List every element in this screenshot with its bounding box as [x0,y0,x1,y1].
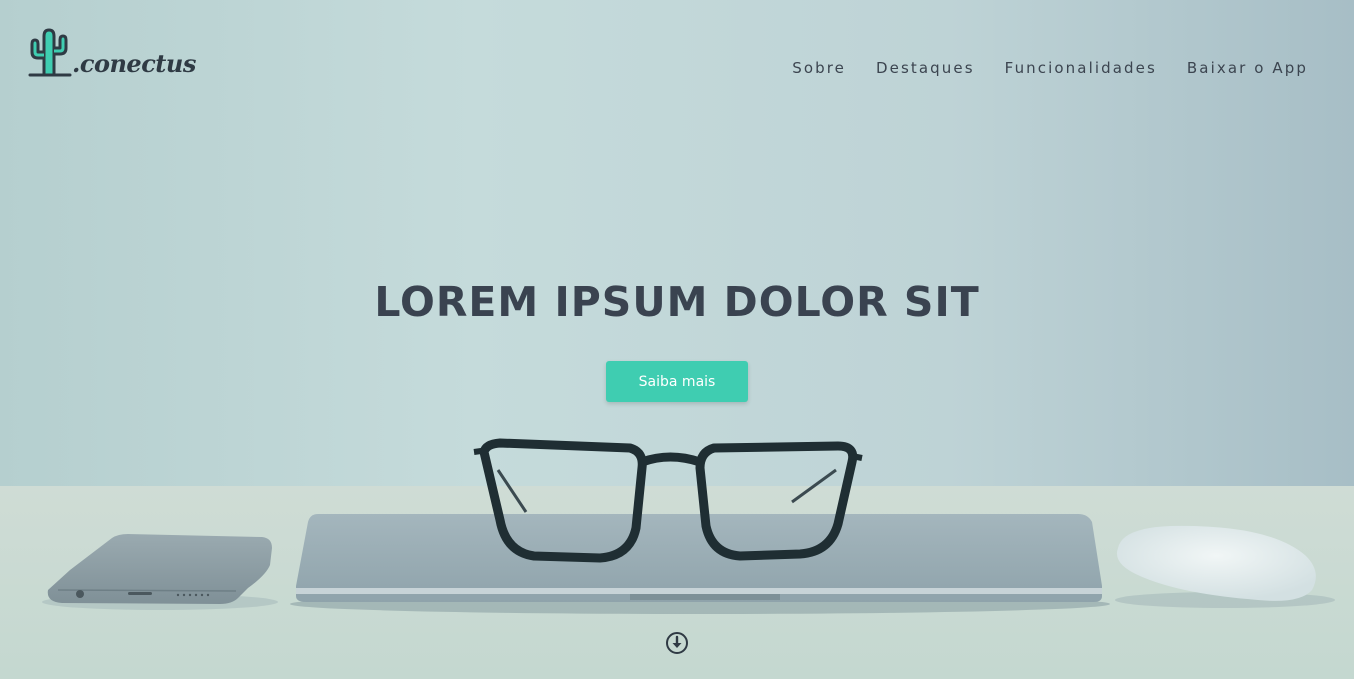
brand-logo[interactable]: .conectus [28,28,196,78]
nav-item-funcionalidades: Funcionalidades [1005,58,1157,77]
nav-item-baixar-app: Baixar o App [1187,58,1308,77]
nav-link-destaques[interactable]: Destaques [876,59,975,77]
nav-item-destaques: Destaques [876,58,975,77]
nav-item-sobre: Sobre [792,58,846,77]
saiba-mais-button[interactable]: Saiba mais [606,361,748,402]
brand-name: .conectus [72,49,196,78]
nav-link-sobre[interactable]: Sobre [792,59,846,77]
hero-title: LOREM IPSUM DOLOR SIT [374,278,980,326]
hero-section: .conectus Sobre Destaques Funcionalidade… [0,0,1354,679]
nav-menu: Sobre Destaques Funcionalidades Baixar o… [792,58,1308,77]
nav-link-funcionalidades[interactable]: Funcionalidades [1005,59,1157,77]
navbar: .conectus Sobre Destaques Funcionalidade… [0,0,1354,136]
cactus-icon [28,28,72,77]
nav-link-baixar-app[interactable]: Baixar o App [1187,59,1308,77]
arrow-down-circle-icon[interactable] [665,631,689,655]
